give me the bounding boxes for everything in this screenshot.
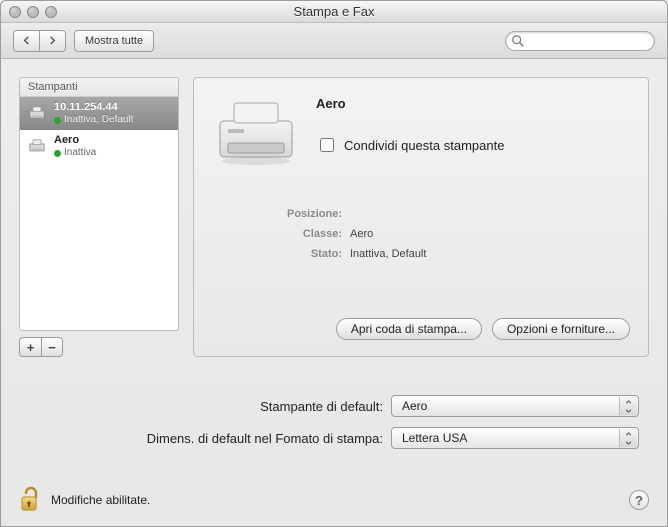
add-printer-button[interactable]: +	[19, 337, 41, 357]
default-printer-popup[interactable]: Aero	[391, 395, 639, 417]
location-label: Posizione:	[242, 208, 342, 220]
unlocked-padlock-icon	[19, 486, 43, 514]
chevron-right-icon	[48, 36, 57, 45]
class-value: Aero	[350, 228, 630, 240]
show-all-button[interactable]: Mostra tutte	[74, 30, 154, 52]
search-field-wrap	[505, 31, 655, 51]
printer-icon	[26, 138, 48, 156]
nav-segmented	[13, 30, 66, 52]
printer-row[interactable]: Aero Inattiva	[20, 130, 178, 163]
state-value: Inattiva, Default	[350, 248, 630, 260]
printer-row-name: 10.11.254.44	[54, 101, 133, 114]
state-label: Stato:	[242, 248, 342, 260]
status-dot-icon	[54, 150, 61, 157]
printer-row-name: Aero	[54, 134, 96, 147]
printer-row-status: Inattiva, Default	[64, 114, 133, 126]
share-printer-label: Condividi questa stampante	[344, 138, 504, 153]
share-printer-checkbox-row[interactable]: Condividi questa stampante	[316, 135, 630, 155]
lock-button[interactable]: Modifiche abilitate.	[19, 486, 150, 514]
share-printer-checkbox[interactable]	[320, 138, 334, 152]
default-paper-value: Lettera USA	[402, 431, 467, 445]
titlebar: Stampa e Fax	[1, 1, 667, 23]
printers-list: Stampanti 10.11.254.44 Inattiva, Default	[19, 77, 179, 331]
printer-row-status: Inattiva	[64, 147, 96, 159]
options-supplies-button[interactable]: Opzioni e forniture...	[492, 318, 630, 340]
popup-stepper-icon	[619, 397, 637, 415]
printer-large-icon	[212, 94, 300, 174]
printer-icon	[26, 105, 48, 123]
default-printer-label: Stampante di default:	[21, 399, 391, 414]
class-label: Classe:	[242, 228, 342, 240]
search-input[interactable]	[505, 31, 655, 51]
help-button[interactable]: ?	[629, 490, 649, 510]
location-value	[350, 208, 630, 220]
open-print-queue-button[interactable]: Apri coda di stampa...	[336, 318, 482, 340]
status-dot-icon	[54, 117, 61, 124]
toolbar: Mostra tutte	[1, 23, 667, 59]
add-remove-segmented: + −	[19, 337, 179, 357]
lock-status-text: Modifiche abilitate.	[51, 493, 150, 507]
window-title: Stampa e Fax	[1, 4, 667, 19]
printer-detail-panel: Aero Condividi questa stampante Posizion…	[193, 77, 649, 357]
printer-row[interactable]: 10.11.254.44 Inattiva, Default	[20, 97, 178, 130]
chevron-left-icon	[22, 36, 31, 45]
default-printer-value: Aero	[402, 399, 427, 413]
default-paper-label: Dimens. di default nel Fomato di stampa:	[21, 431, 391, 446]
search-icon	[511, 34, 525, 48]
default-paper-popup[interactable]: Lettera USA	[391, 427, 639, 449]
popup-stepper-icon	[619, 429, 637, 447]
remove-printer-button[interactable]: −	[41, 337, 63, 357]
printers-list-header: Stampanti	[20, 78, 178, 97]
back-button[interactable]	[13, 30, 39, 52]
printer-name-heading: Aero	[316, 96, 630, 111]
forward-button[interactable]	[39, 30, 66, 52]
